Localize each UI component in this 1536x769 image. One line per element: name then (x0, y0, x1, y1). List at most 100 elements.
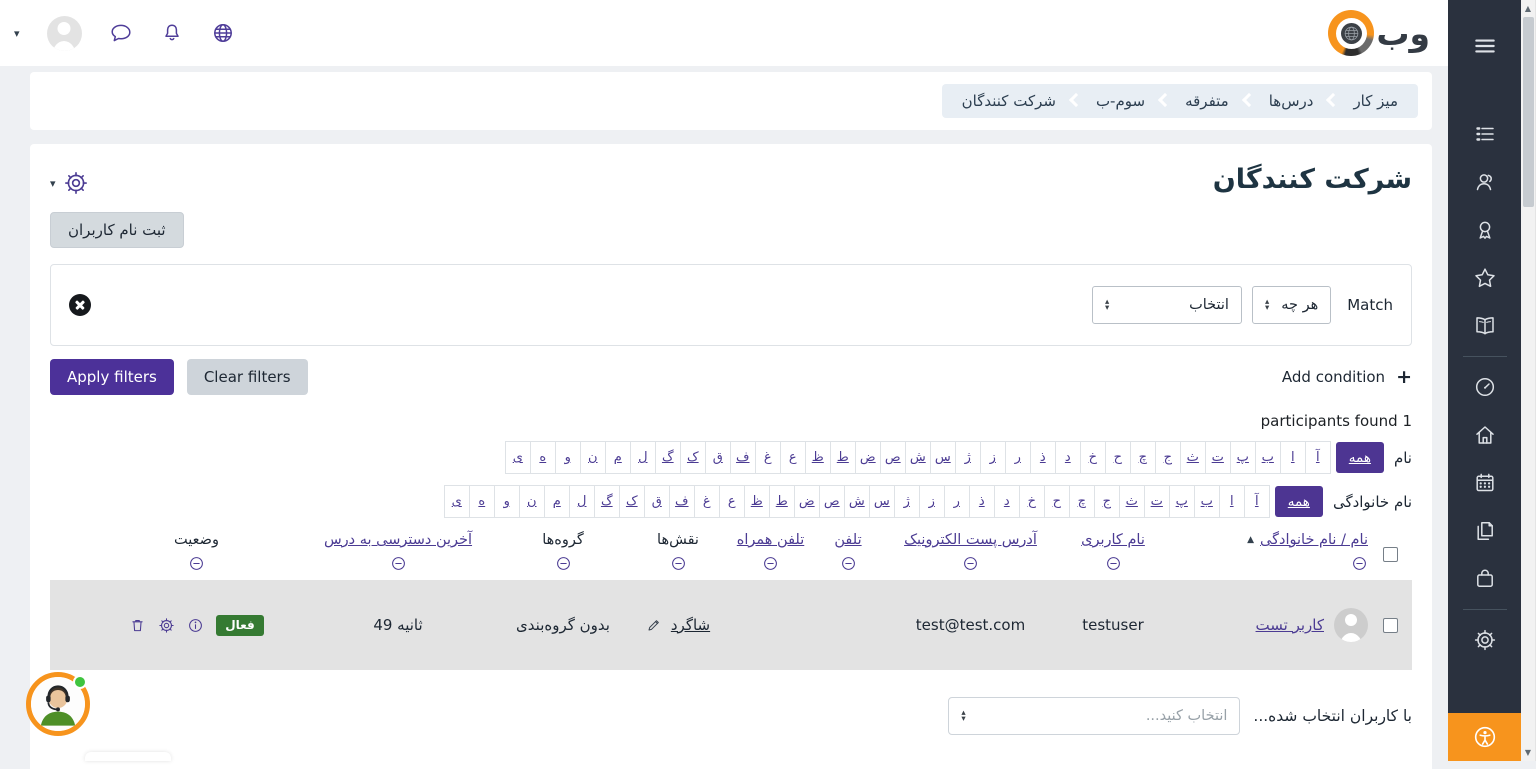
initial-letter-link[interactable]: م (605, 441, 631, 474)
edit-roles-pencil-icon[interactable] (646, 617, 662, 633)
unenrol-trash-icon[interactable] (129, 617, 146, 634)
dashboard-icon[interactable] (1448, 363, 1521, 411)
site-logo[interactable]: وب (1328, 10, 1430, 56)
initial-letter-link[interactable]: ج (1155, 441, 1181, 474)
participant-avatar[interactable] (1334, 608, 1368, 642)
initial-letter-link[interactable]: ص (880, 441, 906, 474)
initial-letter-link[interactable]: ش (844, 485, 870, 518)
initial-letter-link[interactable]: ی (444, 485, 470, 518)
initial-letter-link[interactable]: ب (1194, 485, 1220, 518)
initial-letter-link[interactable]: ت (1144, 485, 1170, 518)
initial-letter-link[interactable]: ا (1280, 441, 1306, 474)
initial-letter-link[interactable]: ن (580, 441, 606, 474)
user-menu-caret-icon[interactable]: ▾ (14, 27, 20, 40)
collapse-column-icon[interactable] (962, 555, 979, 572)
initial-letter-link[interactable]: ط (830, 441, 856, 474)
initial-letter-link[interactable]: خ (1080, 441, 1106, 474)
initial-letter-link[interactable]: ز (919, 485, 945, 518)
support-chat-widget[interactable] (26, 672, 90, 736)
column-header[interactable]: نام / نام خانوادگی (1260, 532, 1368, 548)
status-info-icon[interactable] (187, 617, 204, 634)
initial-letter-link[interactable]: ظ (805, 441, 831, 474)
select-all-checkbox[interactable] (1383, 547, 1398, 562)
initial-letter-link[interactable]: و (555, 441, 581, 474)
scrollbar-thumb[interactable] (1523, 17, 1534, 207)
initial-letter-link[interactable]: د (1055, 441, 1081, 474)
initial-letter-link[interactable]: ی (505, 441, 531, 474)
apply-filters-button[interactable]: Apply filters (50, 359, 174, 395)
initial-letter-link[interactable]: ع (719, 485, 745, 518)
settings-icon[interactable] (1448, 616, 1521, 664)
initial-letter-link[interactable]: ذ (969, 485, 995, 518)
initial-letter-link[interactable]: ط (769, 485, 795, 518)
initial-letter-link[interactable]: غ (755, 441, 781, 474)
initial-letter-link[interactable]: و (494, 485, 520, 518)
initial-letter-link[interactable]: ض (855, 441, 881, 474)
initial-letter-link[interactable]: ک (619, 485, 645, 518)
breadcrumb-item[interactable]: متفرقه (1185, 92, 1229, 110)
language-globe-icon[interactable] (211, 21, 235, 45)
initial-letter-link[interactable]: ژ (894, 485, 920, 518)
initial-letter-link[interactable]: د (994, 485, 1020, 518)
initial-letter-link[interactable]: ش (905, 441, 931, 474)
column-header[interactable]: تلفن همراه (737, 532, 804, 548)
badge-icon[interactable] (1448, 206, 1521, 254)
column-header[interactable]: آدرس پست الکترونیک (904, 532, 1037, 548)
initial-letter-link[interactable]: چ (1130, 441, 1156, 474)
initial-letter-link[interactable]: ر (1005, 441, 1031, 474)
star-icon[interactable] (1448, 254, 1521, 302)
initial-letter-link[interactable]: ح (1044, 485, 1070, 518)
surname-all-button[interactable]: همه (1275, 486, 1323, 517)
initial-letter-link[interactable]: خ (1019, 485, 1045, 518)
files-icon[interactable] (1448, 507, 1521, 555)
collapse-column-icon[interactable] (390, 555, 407, 572)
initial-letter-link[interactable]: س (869, 485, 895, 518)
collapse-column-icon[interactable] (1351, 555, 1368, 572)
initial-letter-link[interactable]: ث (1180, 441, 1206, 474)
row-checkbox[interactable] (1383, 618, 1398, 633)
menu-icon[interactable] (1448, 22, 1521, 70)
match-select[interactable]: هر چه ▴▾ (1252, 286, 1331, 324)
initial-letter-link[interactable]: ژ (955, 441, 981, 474)
initial-letter-link[interactable]: ج (1094, 485, 1120, 518)
collapse-column-icon[interactable] (555, 555, 572, 572)
collapse-column-icon[interactable] (188, 555, 205, 572)
user-avatar[interactable] (47, 16, 82, 51)
users-icon[interactable] (1448, 158, 1521, 206)
accessibility-button[interactable] (1448, 713, 1521, 761)
role-link[interactable]: شاگرد (671, 616, 710, 634)
initial-letter-link[interactable]: ز (980, 441, 1006, 474)
book-icon[interactable] (1448, 302, 1521, 350)
collapse-column-icon[interactable] (670, 555, 687, 572)
initial-letter-link[interactable]: ت (1205, 441, 1231, 474)
collapse-column-icon[interactable] (762, 555, 779, 572)
initial-letter-link[interactable]: غ (694, 485, 720, 518)
column-header[interactable]: نام کاربری (1081, 532, 1145, 548)
initial-letter-link[interactable]: ل (630, 441, 656, 474)
home-icon[interactable] (1448, 411, 1521, 459)
clear-filters-button[interactable]: Clear filters (187, 359, 308, 395)
calendar-icon[interactable] (1448, 459, 1521, 507)
breadcrumb-item[interactable]: میز کار (1353, 92, 1398, 110)
collapse-column-icon[interactable] (1105, 555, 1122, 572)
initial-letter-link[interactable]: ف (669, 485, 695, 518)
briefcase-icon[interactable] (1448, 555, 1521, 603)
initial-letter-link[interactable]: ه (469, 485, 495, 518)
enrolment-gear-icon[interactable] (158, 617, 175, 634)
list-icon[interactable] (1448, 110, 1521, 158)
initial-letter-link[interactable]: ص (819, 485, 845, 518)
enrol-users-button[interactable]: ثبت نام کاربران (50, 212, 184, 248)
breadcrumb-item[interactable]: درس‌ها (1269, 92, 1314, 110)
initial-letter-link[interactable]: آ (1244, 485, 1270, 518)
course-settings-menu[interactable]: ▾ (50, 170, 89, 196)
initial-letter-link[interactable]: آ (1305, 441, 1331, 474)
initial-letter-link[interactable]: پ (1230, 441, 1256, 474)
scroll-down-arrow[interactable]: ▼ (1521, 748, 1535, 757)
add-condition-link[interactable]: + Add condition (1282, 366, 1412, 388)
condition-select[interactable]: انتخاب ▴▾ (1092, 286, 1242, 324)
initial-letter-link[interactable]: چ (1069, 485, 1095, 518)
initial-letter-link[interactable]: م (544, 485, 570, 518)
initial-letter-link[interactable]: ق (705, 441, 731, 474)
initial-letter-link[interactable]: ه (530, 441, 556, 474)
page-scrollbar[interactable]: ▲ ▼ (1521, 0, 1536, 761)
